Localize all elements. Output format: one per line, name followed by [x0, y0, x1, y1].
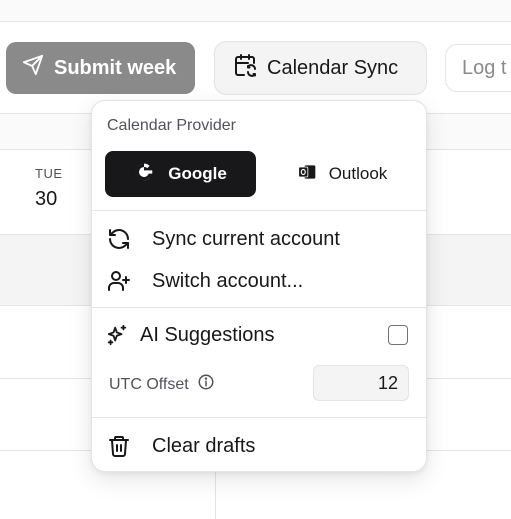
refresh-icon	[106, 226, 132, 252]
calendar-sync-button[interactable]: Calendar Sync	[214, 41, 427, 95]
utc-offset-input[interactable]: 12	[313, 365, 409, 401]
ai-suggestions-row[interactable]: AI Suggestions	[106, 317, 408, 353]
provider-heading: Calendar Provider	[107, 117, 236, 134]
ai-suggestions-checkbox[interactable]	[388, 325, 408, 345]
switch-account-item[interactable]: Switch account...	[106, 262, 412, 300]
trash-icon	[106, 433, 132, 459]
day-name: TUE	[35, 166, 63, 181]
divider	[92, 417, 426, 418]
clear-drafts-label: Clear drafts	[152, 434, 256, 457]
submit-week-button[interactable]: Submit week	[6, 42, 195, 94]
provider-google-label: Google	[168, 164, 227, 183]
send-icon	[22, 54, 44, 82]
calendar-sync-icon	[233, 53, 257, 83]
info-icon[interactable]	[197, 373, 215, 396]
sync-current-account-item[interactable]: Sync current account	[106, 220, 412, 258]
provider-outlook-button[interactable]: Outlook	[268, 151, 416, 197]
sparkles-icon	[106, 324, 128, 346]
utc-offset-label-group: UTC Offset	[109, 373, 215, 396]
divider	[92, 307, 426, 308]
clear-drafts-item[interactable]: Clear drafts	[106, 427, 412, 465]
google-icon	[134, 162, 154, 187]
ai-suggestions-label: AI Suggestions	[140, 323, 275, 346]
top-band	[0, 0, 511, 22]
utc-offset-label: UTC Offset	[109, 375, 189, 393]
log-time-input[interactable]: Log t	[445, 44, 511, 92]
divider	[92, 210, 426, 211]
provider-outlook-label: Outlook	[328, 164, 388, 183]
submit-week-label: Submit week	[54, 56, 177, 79]
user-plus-icon	[106, 268, 132, 294]
calendar-sync-menu: Calendar Provider Google Outlook Sync cu…	[91, 100, 427, 472]
switch-account-label: Switch account...	[152, 269, 304, 292]
provider-google-button[interactable]: Google	[105, 151, 256, 197]
outlook-icon	[297, 162, 317, 187]
sync-current-account-label: Sync current account	[152, 227, 340, 250]
calendar-sync-label: Calendar Sync	[267, 56, 399, 79]
day-number: 30	[35, 188, 58, 210]
